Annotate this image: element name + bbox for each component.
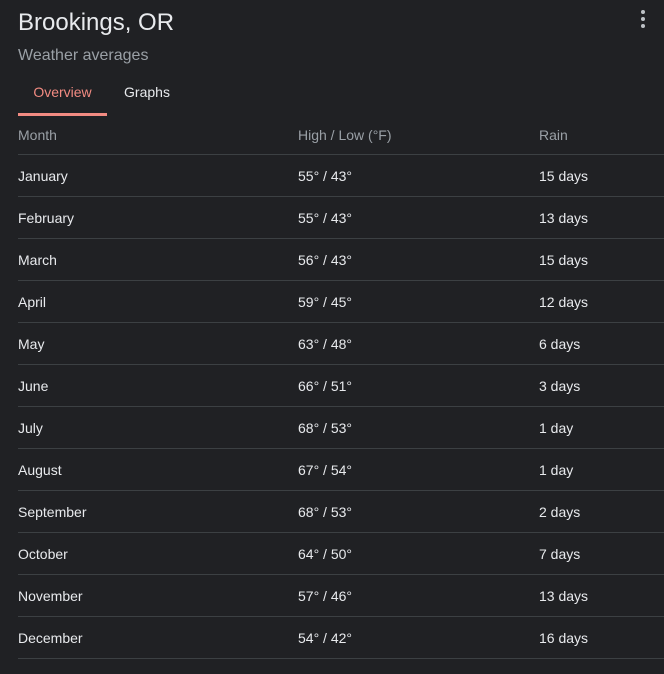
month-cell: January [18,168,68,184]
rain-cell: 2 days [539,504,581,520]
table-row: November 57° / 46° 13 days [18,575,664,617]
rain-cell: 13 days [539,210,589,226]
rain-cell: 15 days [539,168,589,184]
tab-graphs[interactable]: Graphs [107,72,187,116]
more-vert-icon [641,24,645,28]
table-row: May 63° / 48° 6 days [18,323,664,365]
temperature-cell: 59° / 45° [298,294,353,310]
tab-bar: Overview Graphs [18,72,187,116]
column-header-rain: Rain [539,127,568,143]
page-title: Brookings, OR [18,9,175,36]
tab-overview[interactable]: Overview [18,72,107,116]
table-row: September 68° / 53° 2 days [18,491,664,533]
month-cell: November [18,588,83,604]
more-vert-icon [641,10,645,14]
temperature-cell: 68° / 53° [298,504,353,520]
rain-cell: 7 days [539,546,581,562]
more-options-button[interactable] [628,7,658,31]
rain-cell: 1 day [539,420,574,436]
table-row: December 54° / 42° 16 days [18,617,664,659]
weather-table: Month High / Low (°F) Rain January 55° / … [18,114,664,659]
table-row: October 64° / 50° 7 days [18,533,664,575]
table-header-row: Month High / Low (°F) Rain [18,114,664,155]
month-cell: August [18,462,62,478]
month-cell: June [18,378,49,394]
month-cell: October [18,546,68,562]
temperature-cell: 55° / 43° [298,210,353,226]
temperature-cell: 63° / 48° [298,336,353,352]
temperature-cell: 54° / 42° [298,630,353,646]
rain-cell: 1 day [539,462,574,478]
month-cell: September [18,504,87,520]
temperature-cell: 66° / 51° [298,378,353,394]
month-cell: July [18,420,43,436]
table-row: July 68° / 53° 1 day [18,407,664,449]
temperature-cell: 68° / 53° [298,420,353,436]
table-body: January 55° / 43° 15 days February 55° / 43°… [18,155,664,659]
temperature-cell: 56° / 43° [298,252,353,268]
rain-cell: 16 days [539,630,589,646]
rain-cell: 13 days [539,588,589,604]
rain-cell: 6 days [539,336,581,352]
table-row: August 67° / 54° 1 day [18,449,664,491]
month-cell: February [18,210,75,226]
rain-cell: 15 days [539,252,589,268]
column-header-month: Month [18,127,57,143]
temperature-cell: 57° / 46° [298,588,353,604]
rain-cell: 3 days [539,378,581,394]
month-cell: March [18,252,57,268]
table-row: March 56° / 43° 15 days [18,239,664,281]
month-cell: April [18,294,47,310]
temperature-cell: 64° / 50° [298,546,353,562]
more-vert-icon [641,17,645,21]
page-subtitle: Weather averages [18,47,149,64]
month-cell: May [18,336,45,352]
column-header-temperature: High / Low (°F) [298,127,392,143]
table-row: June 66° / 51° 3 days [18,365,664,407]
table-row: April 59° / 45° 12 days [18,281,664,323]
table-row: January 55° / 43° 15 days [18,155,664,197]
rain-cell: 12 days [539,294,589,310]
table-row: February 55° / 43° 13 days [18,197,664,239]
month-cell: December [18,630,83,646]
temperature-cell: 67° / 54° [298,462,353,478]
temperature-cell: 55° / 43° [298,168,353,184]
